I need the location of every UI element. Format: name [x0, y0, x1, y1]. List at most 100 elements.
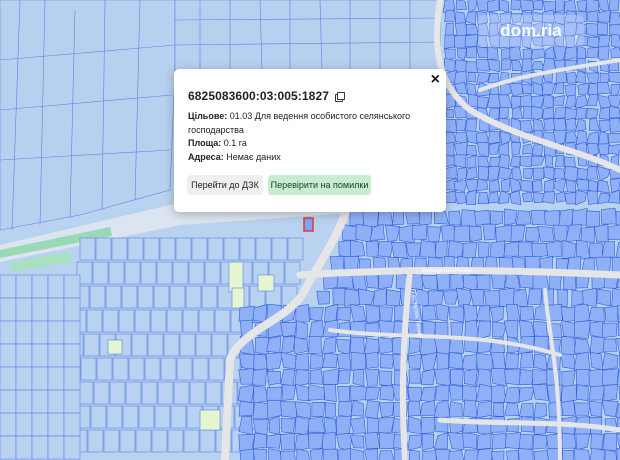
parcel: [378, 431, 395, 449]
parcel: [350, 352, 366, 371]
parcel: [589, 242, 603, 260]
parcel: [574, 320, 592, 339]
close-icon[interactable]: ×: [431, 71, 440, 89]
parcel: [590, 433, 605, 450]
parcel: [163, 333, 180, 357]
address-value: Немає даних: [226, 151, 281, 162]
parcel: [411, 224, 428, 241]
parcel: [542, 94, 554, 110]
parcel: [611, 287, 620, 308]
parcel: [386, 289, 402, 307]
parcel: [365, 303, 380, 323]
parcel: [492, 402, 505, 417]
parcel: [553, 167, 567, 179]
parcel: [517, 241, 534, 258]
parcel: [407, 353, 422, 369]
parcel: [182, 309, 199, 333]
parcel: [280, 432, 296, 451]
parcel: [573, 448, 591, 460]
parcel: [266, 370, 281, 386]
parcel: [355, 223, 373, 243]
parcel: [15, 412, 33, 437]
parcel: [511, 142, 522, 156]
parcel: [337, 321, 352, 337]
parcel: [520, 179, 533, 193]
parcel: [349, 239, 366, 257]
selected-parcel[interactable]: [303, 217, 314, 232]
check-errors-button[interactable]: Перевірити на помилки: [268, 175, 371, 195]
parcel: [562, 449, 574, 460]
parcel: [506, 449, 519, 460]
parcel: [79, 237, 96, 261]
parcel: [237, 384, 255, 404]
copy-icon[interactable]: [335, 91, 345, 102]
parcel: [476, 46, 488, 59]
parcel: [564, 117, 577, 131]
parcel: [608, 23, 620, 37]
parcel: [434, 368, 452, 387]
parcel: [408, 368, 422, 384]
parcel: [586, 166, 599, 180]
parcel: [169, 285, 186, 309]
parcel: [435, 272, 450, 291]
parcel: [572, 207, 588, 227]
parcel: [489, 210, 504, 227]
parcel: [372, 288, 387, 307]
parcel: [522, 48, 533, 61]
parcel: [0, 274, 17, 299]
parcel: [546, 384, 564, 404]
parcel: [15, 389, 33, 414]
parcel: [596, 288, 612, 307]
parcel: [309, 448, 324, 460]
parcel: [89, 285, 106, 309]
parcel: [509, 155, 522, 168]
parcel: [533, 450, 550, 460]
parcel: [434, 321, 449, 338]
parcel: [31, 435, 49, 460]
parcel: [63, 320, 81, 345]
parcel: [280, 322, 297, 338]
parcel: [105, 285, 122, 309]
parcel: [576, 369, 591, 388]
parcel: [47, 320, 65, 345]
parcel: [140, 261, 157, 285]
parcel: [336, 306, 352, 322]
parcel: [280, 401, 298, 419]
parcel: [490, 384, 507, 403]
parcel: [435, 384, 450, 401]
parcel: [510, 224, 526, 243]
parcel: [532, 434, 549, 450]
parcel: [444, 48, 456, 61]
parcel: [15, 343, 33, 368]
parcel: [463, 399, 478, 418]
parcel: [47, 412, 65, 437]
parcel: [109, 381, 126, 405]
parcel: [252, 401, 269, 419]
parcel: [223, 237, 240, 261]
parcel: [31, 343, 49, 368]
parcel: [594, 223, 609, 243]
parcel: [238, 368, 255, 385]
parcel: [309, 319, 325, 338]
parcel: [144, 357, 161, 381]
parcel: [95, 237, 112, 261]
parcel: [537, 225, 555, 243]
parcel: [475, 368, 492, 388]
parcel: [532, 369, 548, 386]
parcel: [31, 366, 49, 391]
parcel: [188, 261, 205, 285]
parcel: [238, 353, 255, 371]
parcel: [604, 305, 619, 322]
parcel: [586, 47, 600, 59]
parcel: [489, 240, 506, 259]
parcel: [477, 166, 490, 181]
parcel: [189, 381, 206, 405]
parcel: [310, 353, 325, 369]
parcel: [90, 405, 107, 429]
parcel: [532, 384, 549, 401]
parcel: [532, 320, 548, 339]
parcel: [377, 337, 394, 354]
parcel: [103, 429, 120, 453]
go-to-dzk-button[interactable]: Перейти до ДЗК: [187, 175, 263, 195]
parcel: [309, 368, 324, 385]
